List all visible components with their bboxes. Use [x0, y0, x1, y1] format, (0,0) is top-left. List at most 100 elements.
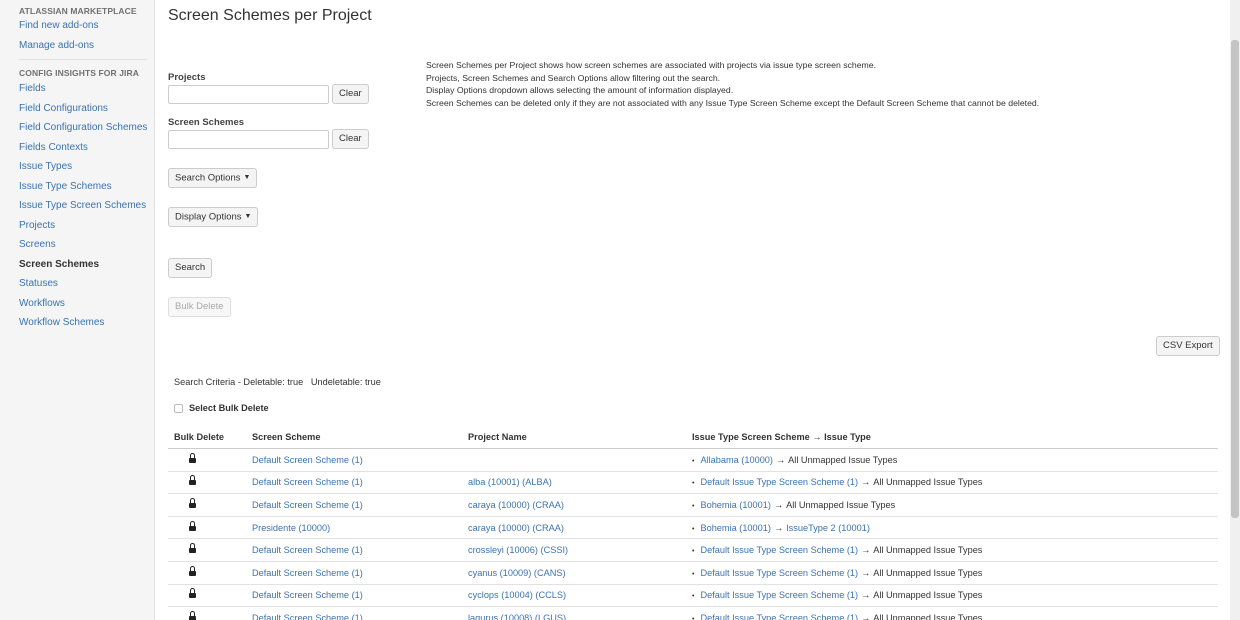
issue-type-screen-scheme-link[interactable]: Default Issue Type Screen Scheme (1) — [700, 545, 858, 555]
project-name-link[interactable]: crossleyi (10006) (CSSI) — [468, 545, 692, 555]
column-header-bulk-delete: Bulk Delete — [174, 432, 225, 442]
issue-type-text: All Unmapped Issue Types — [873, 477, 983, 488]
sidebar-item-manage-add-ons[interactable]: Manage add-ons — [0, 40, 154, 51]
caret-down-icon: ▼ — [243, 174, 251, 181]
caret-down-icon: ▼ — [244, 213, 252, 220]
bulk-delete-button[interactable]: Bulk Delete — [168, 297, 231, 317]
sidebar-item-fields-contexts[interactable]: Fields Contexts — [0, 142, 154, 153]
table-row: Default Screen Scheme (1) • Allabama (1000… — [168, 449, 1218, 472]
table-body: Default Screen Scheme (1) • Allabama (1000… — [168, 449, 1218, 620]
display-options-dropdown[interactable]: Display Options ▼ — [168, 207, 259, 227]
sidebar-item-statuses[interactable]: Statuses — [0, 278, 154, 289]
arrow-right-icon: → — [861, 567, 871, 578]
column-header-project-name: Project Name — [468, 432, 527, 442]
projects-input[interactable] — [168, 85, 329, 104]
search-button[interactable]: Search — [168, 258, 213, 278]
screen-schemes-label: Screen Schemes — [168, 117, 245, 128]
table-row: Default Screen Scheme (1) cyclops (10004)… — [168, 585, 1218, 608]
sidebar-item-issue-types[interactable]: Issue Types — [0, 161, 154, 172]
bullet-icon: • — [692, 502, 695, 510]
issue-type-screen-scheme-link[interactable]: Default Issue Type Screen Scheme (1) — [700, 613, 858, 620]
select-bulk-delete[interactable]: Select Bulk Delete — [174, 403, 269, 413]
screen-scheme-link[interactable]: Presidente (10000) — [252, 523, 468, 533]
lock-icon — [189, 588, 196, 599]
csv-export-button[interactable]: CSV Export — [1156, 336, 1220, 356]
screen-scheme-link[interactable]: Default Screen Scheme (1) — [252, 590, 468, 600]
bulk-delete-cell — [168, 610, 252, 620]
sidebar-item-find-new-add-ons[interactable]: Find new add-ons — [0, 20, 154, 31]
sidebar-heading-config-insights: CONFIG INSIGHTS FOR JIRA — [19, 68, 139, 78]
sidebar-item-screens[interactable]: Screens — [0, 239, 154, 250]
search-options-dropdown[interactable]: Search Options ▼ — [168, 168, 258, 188]
screen-scheme-link[interactable]: Default Screen Scheme (1) — [252, 613, 468, 620]
table-header: Bulk Delete Screen Scheme Project Name I… — [168, 426, 1218, 449]
issue-type-text: All Unmapped Issue Types — [873, 612, 983, 620]
search-criteria: Search Criteria - Deletable: true Undele… — [174, 377, 381, 387]
project-name-link[interactable]: alba (10001) (ALBA) — [468, 477, 692, 487]
table-row: Default Screen Scheme (1) alba (10001) (A… — [168, 472, 1218, 495]
bulk-delete-cell — [168, 588, 252, 600]
issue-type-screen-scheme-link[interactable]: Default Issue Type Screen Scheme (1) — [700, 590, 858, 600]
sidebar-heading-marketplace: ATLASSIAN MARKETPLACE — [19, 6, 137, 16]
arrow-right-icon: → — [773, 499, 784, 510]
sidebar-item-workflows[interactable]: Workflows — [0, 298, 154, 309]
arrow-right-icon: → — [775, 454, 786, 465]
bullet-icon: • — [692, 480, 695, 488]
projects-label: Projects — [168, 72, 206, 83]
bulk-delete-cell — [168, 452, 252, 465]
lock-icon — [189, 475, 196, 486]
sidebar-item-issue-type-schemes[interactable]: Issue Type Schemes — [0, 181, 154, 192]
issue-type-screen-scheme-link[interactable]: Bohemia (10001) — [700, 500, 770, 510]
sidebar-item-projects[interactable]: Projects — [0, 220, 154, 231]
sidebar-divider — [19, 59, 147, 60]
display-options-label: Display Options — [175, 211, 242, 223]
issue-type-mapping-cell: • Allabama (10000) → All Unmapped Issue Typ… — [692, 455, 1218, 465]
sidebar-item-field-configurations[interactable]: Field Configurations — [0, 103, 154, 114]
screen-schemes-clear-button[interactable]: Clear — [332, 129, 369, 149]
table-row: Presidente (10000) caraya (10000) (CRAA) •… — [168, 517, 1218, 540]
project-name-link[interactable]: caraya (10000) (CRAA) — [468, 523, 692, 533]
bulk-delete-cell — [168, 520, 252, 533]
scrollbar-thumb[interactable] — [1231, 40, 1239, 518]
table-row: Default Screen Scheme (1) caraya (10000) … — [168, 494, 1218, 517]
arrow-right-icon: → — [861, 612, 871, 620]
issue-type-mapping-cell: • Default Issue Type Screen Scheme (1) → Al… — [692, 545, 1218, 555]
sidebar: ATLASSIAN MARKETPLACE Find new add-ons Ma… — [0, 0, 155, 620]
sidebar-item-issue-type-screen-schemes[interactable]: Issue Type Screen Schemes — [0, 200, 154, 211]
issue-type-screen-scheme-link[interactable]: Allabama (10000) — [700, 455, 773, 465]
sidebar-item-fields[interactable]: Fields — [0, 83, 154, 94]
issue-type-screen-scheme-link[interactable]: Default Issue Type Screen Scheme (1) — [700, 568, 858, 578]
bulk-delete-cell — [168, 497, 252, 510]
arrow-right-icon: → — [773, 522, 784, 533]
screen-scheme-link[interactable]: Default Screen Scheme (1) — [252, 455, 468, 465]
issue-type-link[interactable]: IssueType 2 (10001) — [786, 523, 870, 533]
issue-type-text: All Unmapped Issue Types — [786, 499, 896, 510]
project-name-link[interactable]: cyclops (10004) (CCLS) — [468, 590, 692, 600]
arrow-right-icon: → — [861, 545, 871, 556]
description-line: Display Options dropdown allows selectin… — [426, 85, 734, 96]
issue-type-screen-scheme-link[interactable]: Bohemia (10001) — [700, 523, 770, 533]
bullet-icon: • — [692, 570, 695, 578]
project-name-link[interactable]: lagurus (10008) (LGUS) — [468, 613, 692, 620]
screen-scheme-link[interactable]: Default Screen Scheme (1) — [252, 477, 468, 487]
sidebar-item-field-configuration-schemes[interactable]: Field Configuration Schemes — [0, 122, 154, 133]
bullet-icon: • — [692, 525, 695, 533]
screen-scheme-link[interactable]: Default Screen Scheme (1) — [252, 545, 468, 555]
table-row: Default Screen Scheme (1) crossleyi (1000… — [168, 539, 1218, 562]
project-name-link[interactable]: cyanus (10009) (CANS) — [468, 568, 692, 578]
table-row: Default Screen Scheme (1) cyanus (10009) … — [168, 562, 1218, 585]
search-options-label: Search Options — [175, 172, 241, 184]
screen-scheme-link[interactable]: Default Screen Scheme (1) — [252, 500, 468, 510]
screen-schemes-input[interactable] — [168, 130, 329, 149]
project-name-link[interactable]: caraya (10000) (CRAA) — [468, 500, 692, 510]
screen-scheme-link[interactable]: Default Screen Scheme (1) — [252, 568, 468, 578]
issue-type-text: All Unmapped Issue Types — [788, 454, 898, 465]
sidebar-item-workflow-schemes[interactable]: Workflow Schemes — [0, 317, 154, 328]
sidebar-item-screen-schemes[interactable]: Screen Schemes — [0, 259, 154, 270]
select-bulk-delete-checkbox[interactable] — [174, 403, 183, 413]
projects-clear-button[interactable]: Clear — [332, 84, 369, 104]
arrow-right-icon: → — [861, 477, 871, 488]
page-scrollbar[interactable] — [1230, 0, 1240, 620]
issue-type-screen-scheme-link[interactable]: Default Issue Type Screen Scheme (1) — [700, 477, 858, 487]
lock-icon — [189, 520, 196, 531]
